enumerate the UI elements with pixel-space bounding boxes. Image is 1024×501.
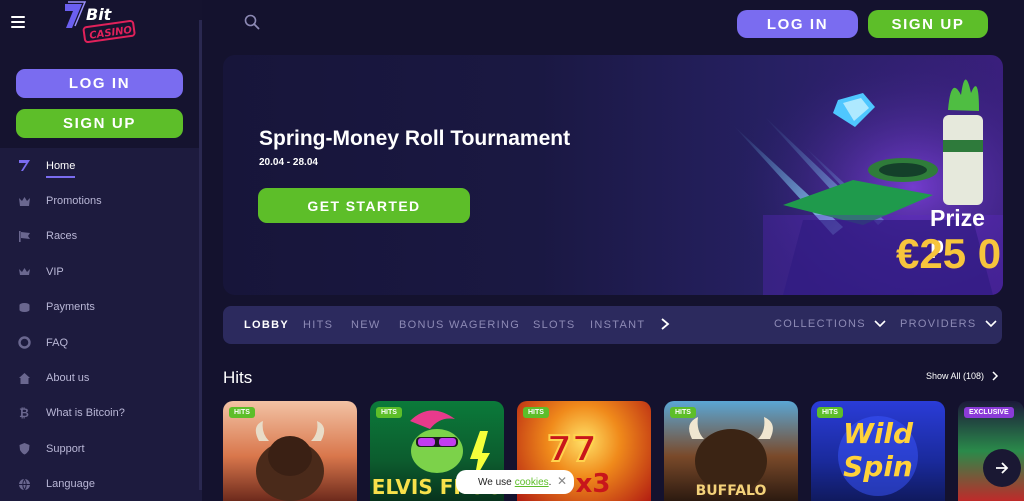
- chevron-down-icon: [874, 320, 886, 328]
- tabs-next-icon[interactable]: [659, 317, 671, 331]
- sidebar-item-label: About us: [46, 372, 90, 385]
- collections-dropdown[interactable]: COLLECTIONS: [774, 318, 886, 330]
- get-started-button[interactable]: GET STARTED: [258, 188, 470, 223]
- close-icon[interactable]: ✕: [557, 474, 567, 488]
- sidebar-nav: Home Promotions Races VIP Payments FAQ A…: [0, 148, 202, 501]
- sidebar-item-promotions[interactable]: Promotions: [0, 183, 202, 218]
- show-all-label: Show All (108): [926, 371, 985, 381]
- language-globe-icon: [17, 477, 31, 491]
- bitcoin-icon: ₿: [19, 406, 29, 421]
- about-house-icon: [17, 371, 31, 385]
- cookie-notice: We use cookies . ✕: [456, 470, 574, 494]
- cookies-link[interactable]: cookies: [515, 477, 549, 488]
- hits-badge: HITS: [229, 407, 255, 418]
- tab-slots[interactable]: SLOTS: [533, 319, 576, 331]
- sidebar-item-language[interactable]: Language: [0, 467, 202, 501]
- sidebar-item-label: Home: [46, 159, 76, 172]
- cookie-suffix: .: [548, 476, 552, 488]
- tab-bonus-wagering[interactable]: BONUS WAGERING: [399, 319, 520, 331]
- chevron-right-icon: [992, 371, 999, 381]
- sidebar-item-bitcoin[interactable]: ₿ What is Bitcoin?: [0, 396, 202, 431]
- cookie-text: We use: [478, 476, 512, 488]
- providers-dropdown[interactable]: PROVIDERS: [900, 318, 997, 330]
- tab-lobby[interactable]: LOBBY: [244, 319, 289, 331]
- sidebar-login-button[interactable]: LOG IN: [16, 69, 183, 98]
- exclusive-badge: EXCLUSIVE: [964, 407, 1014, 418]
- sidebar: Bit CASINO LOG IN SIGN UP Home Promotion…: [0, 0, 202, 501]
- game-title: BUFFALO: [695, 483, 767, 499]
- svg-text:Bit: Bit: [86, 5, 113, 24]
- sidebar-header: Bit CASINO LOG IN SIGN UP: [0, 0, 202, 148]
- sidebar-item-label: VIP: [46, 265, 64, 278]
- sidebar-item-about[interactable]: About us: [0, 360, 202, 395]
- collections-label: COLLECTIONS: [774, 318, 866, 330]
- sidebar-item-label: What is Bitcoin?: [46, 407, 125, 420]
- sidebar-item-home[interactable]: Home: [0, 148, 202, 183]
- vip-crown-icon: [17, 265, 31, 279]
- sidebar-item-faq[interactable]: FAQ: [0, 325, 202, 360]
- game-card[interactable]: HITS: [223, 401, 357, 501]
- header-login-button[interactable]: LOG IN: [737, 10, 858, 38]
- section-title-hits: Hits: [223, 368, 253, 387]
- game-category-tabs: LOBBY HITS NEW BONUS WAGERING SLOTS INST…: [223, 306, 1002, 344]
- banner-title: Spring-Money Roll Tournament: [259, 127, 571, 150]
- game-title: Wild Spin: [842, 417, 914, 483]
- show-all-link[interactable]: Show All (108): [926, 371, 999, 381]
- sidebar-item-payments[interactable]: Payments: [0, 290, 202, 325]
- search-icon[interactable]: [244, 14, 260, 30]
- banner-dates: 20.04 - 28.04: [259, 157, 318, 168]
- tab-instant[interactable]: INSTANT: [590, 319, 645, 331]
- sidebar-scrollbar[interactable]: [199, 20, 202, 490]
- prize-amount: €25 0: [896, 230, 1002, 277]
- sidebar-item-support[interactable]: Support: [0, 431, 202, 466]
- sidebar-item-races[interactable]: Races: [0, 219, 202, 254]
- promo-banner[interactable]: Spring-Money Roll Tournament 20.04 - 28.…: [223, 55, 1003, 295]
- carousel-next-button[interactable]: [983, 449, 1021, 487]
- sidebar-item-label: FAQ: [46, 336, 69, 349]
- home-7-icon: [17, 159, 31, 173]
- sidebar-item-label: Races: [46, 230, 78, 243]
- promotions-icon: [17, 194, 31, 208]
- header-signup-button[interactable]: SIGN UP: [868, 10, 988, 38]
- arrow-right-icon: [996, 462, 1009, 474]
- hamburger-menu-icon[interactable]: [11, 16, 25, 28]
- tab-hits[interactable]: HITS: [303, 319, 333, 331]
- races-flag-icon: [17, 229, 31, 243]
- game-card[interactable]: HITS Wild Spin: [811, 401, 945, 501]
- active-indicator: [46, 176, 75, 179]
- providers-label: PROVIDERS: [900, 318, 977, 330]
- sidebar-item-label: Language: [46, 478, 95, 491]
- casino-logo[interactable]: Bit CASINO: [60, 0, 140, 52]
- sidebar-item-label: Promotions: [46, 195, 102, 208]
- hits-badge: HITS: [523, 407, 549, 418]
- hits-badge: HITS: [670, 407, 696, 418]
- sidebar-item-label: Support: [46, 442, 85, 455]
- sidebar-item-vip[interactable]: VIP: [0, 254, 202, 289]
- chevron-down-icon: [984, 320, 997, 328]
- game-card[interactable]: HITS BUFFALO: [664, 401, 798, 501]
- faq-lifebuoy-icon: [17, 336, 31, 350]
- svg-text:77: 77: [547, 429, 597, 470]
- support-shield-icon: [17, 442, 31, 456]
- tab-new[interactable]: NEW: [351, 319, 381, 331]
- sidebar-signup-button[interactable]: SIGN UP: [16, 109, 183, 138]
- sidebar-item-label: Payments: [46, 301, 95, 314]
- hits-badge: HITS: [376, 407, 402, 418]
- payments-coins-icon: [17, 300, 31, 314]
